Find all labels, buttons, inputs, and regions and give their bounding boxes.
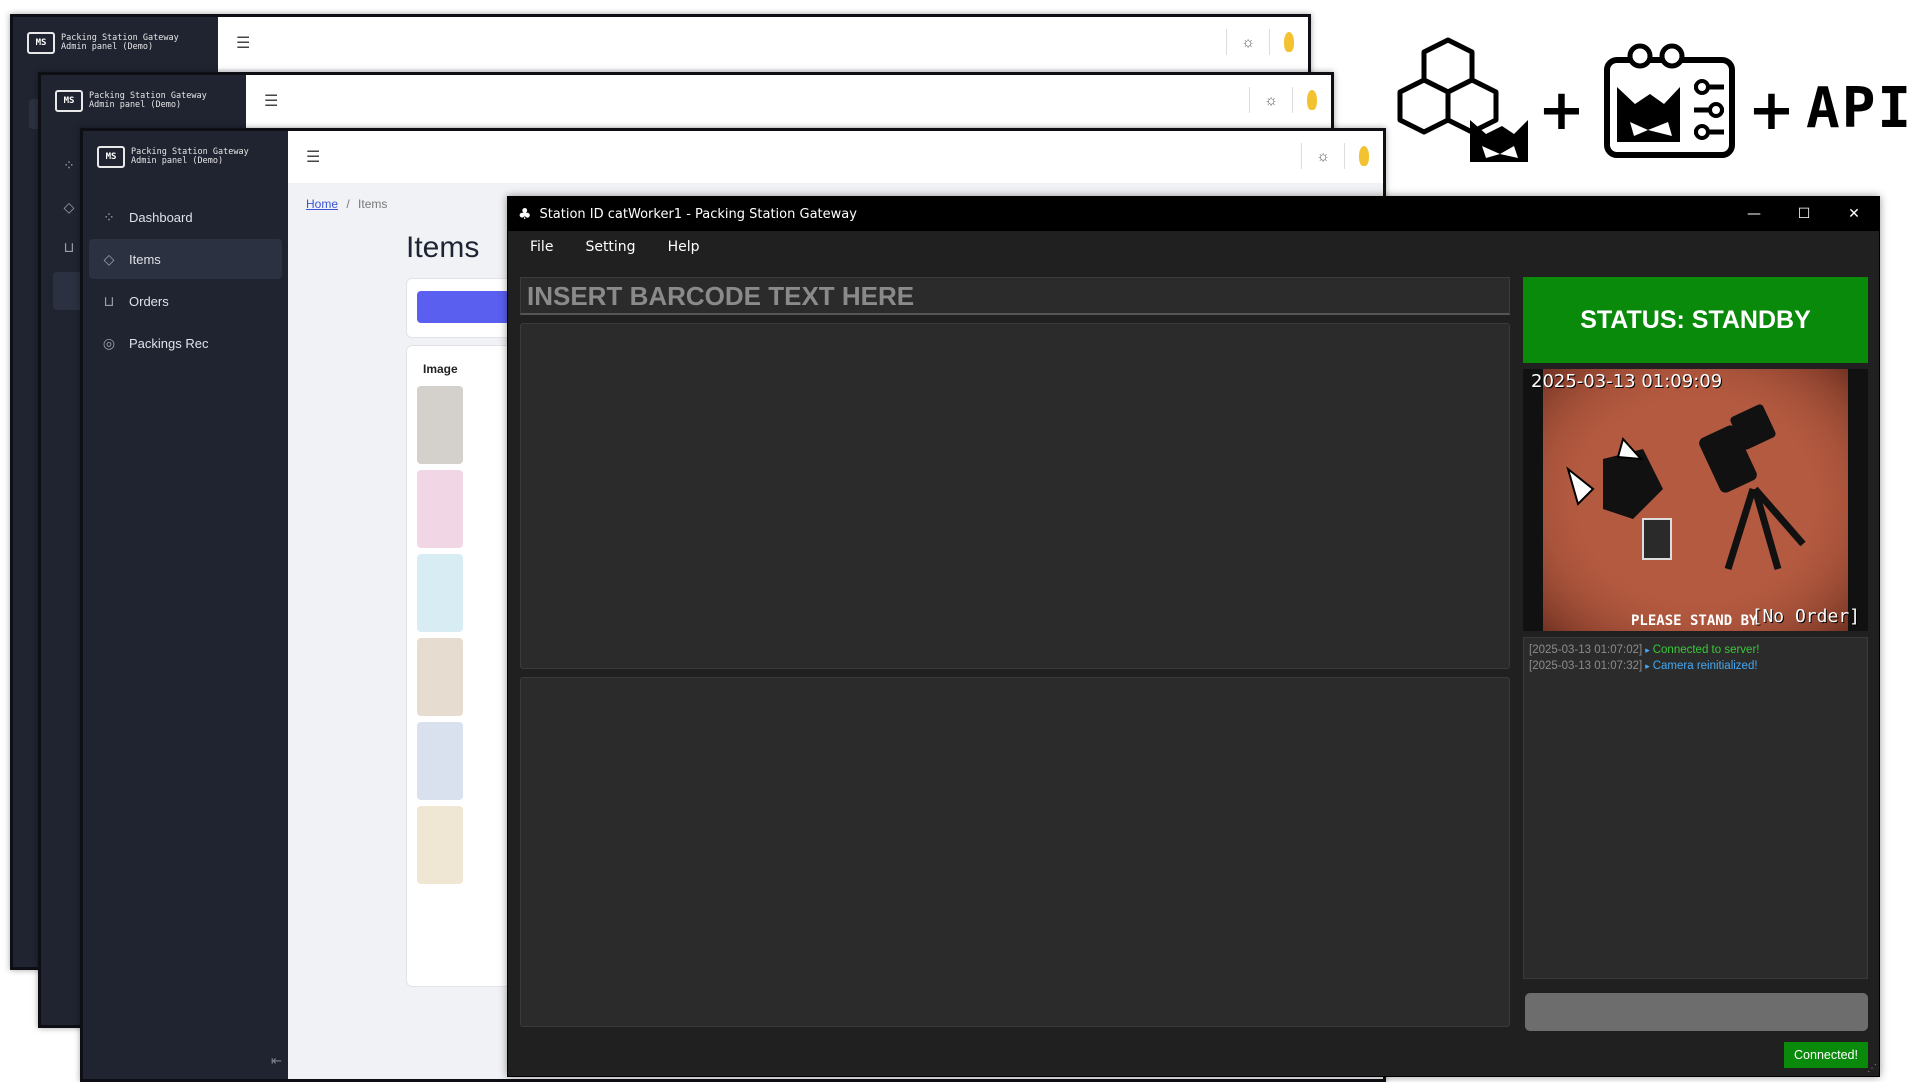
sidebar-item-items[interactable]: ◇ Items [89, 239, 282, 279]
item-thumbnail[interactable] [417, 722, 463, 800]
item-thumbnail[interactable] [417, 638, 463, 716]
grid-icon: ⁘ [63, 157, 75, 173]
hamburger-icon[interactable]: ☰ [236, 33, 250, 53]
cubes-icon [1397, 37, 1528, 162]
item-thumbnail[interactable] [417, 806, 463, 884]
camera-icon: ◎ [102, 334, 116, 351]
topbar: ☰ ☼ [218, 17, 1308, 70]
item-thumbnail[interactable] [417, 386, 463, 464]
stand-by-artwork: PLEASE STAND BY [1543, 369, 1848, 631]
logo-icon: MS [97, 146, 125, 168]
breadcrumb-current: Items [358, 197, 388, 211]
breadcrumb-home-link[interactable]: Home [306, 197, 338, 211]
topbar: ☰ ☼ [288, 131, 1383, 184]
log-entry: [2025-03-13 01:07:32] ▸ Camera reinitializ… [1529, 660, 1862, 672]
sidebar-item-label: Orders [129, 293, 169, 309]
log-time: [2025-03-13 01:07:02] [1529, 644, 1643, 656]
grid-icon: ⁘ [103, 208, 115, 225]
flame-icon[interactable] [1307, 90, 1317, 110]
flame-icon[interactable] [1284, 32, 1294, 52]
plus-sign: + [1538, 78, 1585, 143]
item-thumbnail[interactable] [417, 554, 463, 632]
app-icon: ♣ [518, 205, 532, 223]
window-title: Station ID catWorker1 - Packing Station … [539, 206, 857, 222]
connection-status-badge: Connected! [1784, 1042, 1868, 1068]
arrow-right-icon: ▸ [1645, 645, 1650, 655]
camera-preview: PLEASE STAND BY 2025-03-13 01:09:09 [No … [1523, 369, 1868, 631]
sidebar-item-packings-rec[interactable]: ◎ Packings Rec [89, 323, 282, 363]
log-entry: [2025-03-13 01:07:02] ▸ Connected to serve… [1529, 644, 1862, 656]
sidebar-item-label: Dashboard [129, 209, 193, 225]
log-message: Camera reinitialized! [1652, 660, 1758, 672]
menu-setting[interactable]: Setting [575, 239, 645, 255]
theme-toggle-icon[interactable]: ☼ [1241, 34, 1255, 51]
breadcrumb: Home / Items [306, 197, 387, 211]
gateway-window: ♣ Station ID catWorker1 - Packing Statio… [507, 196, 1880, 1077]
camera-order-label: [No Order] [1751, 606, 1860, 627]
gem-icon: ◇ [63, 199, 75, 215]
breadcrumb-separator: / [346, 197, 350, 211]
event-log: [2025-03-13 01:07:02] ▸ Connected to serve… [1523, 637, 1868, 979]
sidebar: ⁘ Dashboard ◇ Items ⊔ Orders ◎ Packings … [83, 183, 288, 1079]
camera-timestamp: 2025-03-13 01:09:09 [1531, 371, 1723, 392]
collapse-sidebar-icon[interactable]: ⇤ [271, 1053, 282, 1069]
page-title: Items [406, 231, 480, 264]
log-time: [2025-03-13 01:07:32] [1529, 660, 1643, 672]
hamburger-icon[interactable]: ☰ [264, 91, 278, 111]
order-info-panel [520, 323, 1510, 669]
menu-bar: File Setting Help [508, 231, 1879, 263]
order-items-panel [520, 677, 1510, 1027]
brand: MS Packing Station Gateway Admin panel (D… [83, 131, 288, 183]
barcode-input[interactable]: INSERT BARCODE TEXT HERE [520, 277, 1510, 315]
theme-toggle-icon[interactable]: ☼ [1264, 92, 1278, 109]
command-input[interactable] [1525, 993, 1868, 1031]
cart-icon: ⊔ [103, 292, 115, 309]
column-header-image: Image [423, 362, 458, 376]
title-bar: ♣ Station ID catWorker1 - Packing Statio… [508, 197, 1879, 231]
theme-toggle-icon[interactable]: ☼ [1316, 148, 1330, 165]
stand-by-caption: PLEASE STAND BY [1631, 613, 1758, 629]
api-label: API [1806, 76, 1914, 141]
logo-icon: MS [55, 90, 83, 112]
close-icon[interactable]: ✕ [1829, 197, 1879, 231]
brand-subtitle: Admin panel (Demo) [61, 42, 154, 52]
brand: MS Packing Station Gateway Admin panel (D… [13, 17, 218, 69]
status-banner: STATUS: STANDBY [1523, 277, 1868, 363]
sidebar-item-label: Packings Rec [129, 335, 209, 351]
brand: MS Packing Station Gateway Admin panel (D… [41, 75, 246, 127]
menu-file[interactable]: File [520, 239, 563, 255]
topbar: ☰ ☼ [246, 75, 1331, 128]
resize-grip-icon[interactable]: ⋰ [1867, 1063, 1877, 1074]
gem-icon: ◇ [103, 250, 115, 267]
hamburger-icon[interactable]: ☰ [306, 147, 320, 167]
minimize-icon[interactable]: — [1729, 197, 1779, 231]
plus-sign: + [1748, 78, 1795, 143]
cart-icon: ⊔ [63, 239, 75, 255]
sidebar-item-label: Items [129, 251, 161, 267]
maximize-icon[interactable]: ☐ [1779, 197, 1829, 231]
flame-icon[interactable] [1359, 146, 1369, 166]
menu-help[interactable]: Help [658, 239, 710, 255]
log-message: Connected to server! [1652, 644, 1760, 656]
cat-settings-icon [1604, 43, 1735, 158]
item-thumbnail[interactable] [417, 470, 463, 548]
logo-icon: MS [27, 32, 55, 54]
sidebar-item-orders[interactable]: ⊔ Orders [89, 281, 282, 321]
brand-subtitle: Admin panel (Demo) [131, 156, 224, 166]
header-graphic: + + API [1390, 30, 1920, 170]
brand-subtitle: Admin panel (Demo) [89, 100, 182, 110]
sidebar-item-dashboard[interactable]: ⁘ Dashboard [89, 197, 282, 237]
arrow-right-icon: ▸ [1645, 661, 1650, 671]
